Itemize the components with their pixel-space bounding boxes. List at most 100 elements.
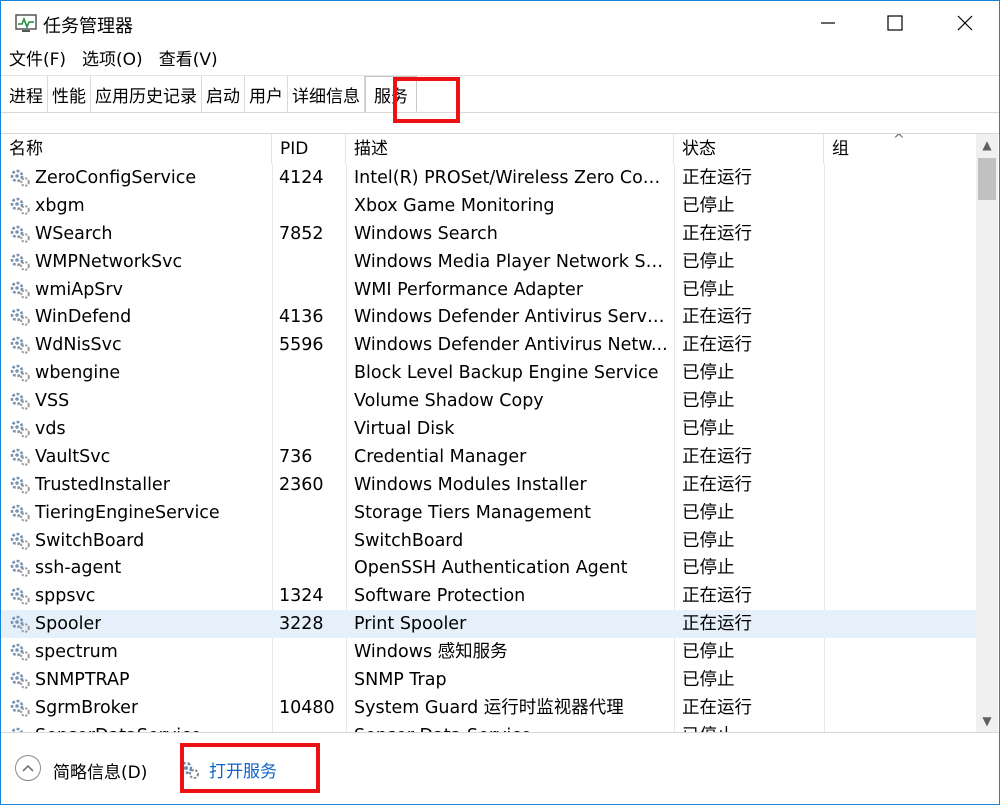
service-group [832,387,972,415]
service-description: Windows Defender Antivirus Netw... [354,335,668,356]
service-status: 已停止 [682,363,735,384]
minimize-button[interactable] [798,1,858,45]
service-status: 正在运行 [682,697,752,718]
service-name-cell: WdNisSvc [9,331,269,359]
close-button[interactable] [935,1,995,45]
menu-view[interactable]: 查看(V) [151,45,226,75]
tab-startup[interactable]: 启动 [202,76,245,112]
column-header-description[interactable]: 描述 [346,134,674,164]
maximize-icon [887,15,903,31]
service-row[interactable]: WMPNetworkSvc Windows Media Player Networ… [1,248,976,276]
maximize-button[interactable] [865,1,925,45]
service-description: System Guard 运行时监视器代理 [354,697,624,718]
service-description: Intel(R) PROSet/Wireless Zero Conf... [354,168,669,188]
service-gear-icon [10,309,30,327]
service-group [832,722,972,732]
service-name: Spooler [35,614,102,635]
service-row[interactable]: sppsvc 1324 Software Protection 正在运行 [1,582,976,610]
tab-details[interactable]: 详细信息 [288,76,365,112]
service-name-cell: vds [9,415,269,443]
service-pid [279,499,345,527]
column-header-pid[interactable]: PID [272,134,346,164]
service-name: sppsvc [35,586,96,607]
fewer-details-chevron-icon[interactable] [15,755,41,781]
service-row[interactable]: SgrmBroker 10480 System Guard 运行时监视器代理 正在运行 [1,694,976,722]
service-status: 正在运行 [682,223,752,244]
title-bar[interactable]: 任务管理器 [1,1,999,45]
service-gear-icon [10,392,30,410]
vertical-scrollbar[interactable]: ▲ ▼ [976,134,998,732]
service-group [832,220,972,248]
service-row[interactable]: WSearch 7852 Windows Search 正在运行 [1,220,976,248]
scrollbar-thumb[interactable] [978,158,996,200]
service-name: xbgm [35,195,85,216]
service-row[interactable]: wmiApSrv WMI Performance Adapter 已停止 [1,276,976,304]
service-description: Credential Manager [354,446,527,467]
service-row[interactable]: xbgm Xbox Game Monitoring 已停止 [1,192,976,220]
column-header-name[interactable]: 名称 [1,134,272,164]
service-group [832,415,972,443]
service-status: 已停止 [682,502,735,523]
menu-file[interactable]: 文件(F) [1,45,74,75]
service-name-cell: ssh-agent [9,554,269,582]
service-row[interactable]: vds Virtual Disk 已停止 [1,415,976,443]
service-pid: 736 [279,446,313,467]
service-gear-icon [10,476,30,494]
scroll-down-arrow-icon[interactable]: ▼ [976,710,998,732]
service-name-cell: VSS [9,387,269,415]
scroll-up-arrow-icon[interactable]: ▲ [976,134,998,156]
tab-processes[interactable]: 进程 [1,76,48,112]
column-header-status[interactable]: 状态 [674,134,824,164]
service-row[interactable]: SensorDataService Sensor Data Service 已停止 [1,722,976,732]
service-status: 正在运行 [682,168,752,188]
service-gear-icon [10,643,30,661]
service-name-cell: SwitchBoard [9,527,269,555]
chevron-up-icon [22,764,34,772]
service-status: 已停止 [682,722,822,732]
service-gear-icon [10,671,30,689]
service-row[interactable]: ZeroConfigService 4124 Intel(R) PROSet/Wir… [1,164,976,192]
menu-options[interactable]: 选项(O) [74,45,151,75]
service-row[interactable]: TrustedInstaller 2360 Windows Modules Inst… [1,471,976,499]
service-description: Volume Shadow Copy [354,391,544,412]
service-name: wmiApSrv [35,279,123,300]
service-row[interactable]: ssh-agent OpenSSH Authentication Agent 已停止 [1,554,976,582]
service-group [832,499,972,527]
service-pid: 4136 [279,307,324,328]
service-description: Windows Modules Installer [354,474,587,495]
service-description: WMI Performance Adapter [354,279,584,300]
service-description: Sensor Data Service [354,722,669,732]
service-name-cell: TrustedInstaller [9,471,269,499]
service-row[interactable]: spectrum Windows 感知服务 已停止 [1,638,976,666]
service-gear-icon [10,337,30,355]
service-name: TrustedInstaller [35,474,170,495]
service-row[interactable]: SNMPTRAP SNMP Trap 已停止 [1,666,976,694]
service-pid: 4124 [279,168,324,188]
service-pid [279,192,345,220]
service-group [832,331,972,359]
service-row[interactable]: VaultSvc 736 Credential Manager 正在运行 [1,443,976,471]
service-name: SensorDataService [35,722,201,732]
service-status: 已停止 [682,391,735,412]
service-name-cell: VaultSvc [9,443,269,471]
service-pid [279,666,345,694]
tab-app-history[interactable]: 应用历史记录 [91,76,202,112]
service-row[interactable]: TieringEngineService Storage Tiers Manage… [1,499,976,527]
service-row[interactable]: WdNisSvc 5596 Windows Defender Antivirus N… [1,331,976,359]
service-gear-icon [10,504,30,522]
service-description: Software Protection [354,586,526,607]
tab-performance[interactable]: 性能 [48,76,91,112]
service-row[interactable]: SwitchBoard SwitchBoard 已停止 [1,527,976,555]
service-gear-icon [10,420,30,438]
service-row[interactable]: WinDefend 4136 Windows Defender Antivirus … [1,303,976,331]
service-pid: 1324 [279,586,324,607]
service-gear-icon [10,197,30,215]
service-status: 已停止 [682,251,735,272]
service-row[interactable]: VSS Volume Shadow Copy 已停止 [1,387,976,415]
service-group [832,666,972,694]
tab-users[interactable]: 用户 [245,76,288,112]
service-row[interactable]: wbengine Block Level Backup Engine Servic… [1,359,976,387]
service-name-cell: wbengine [9,359,269,387]
fewer-details-link[interactable]: 简略信息(D) [53,758,147,783]
service-row[interactable]: Spooler 3228 Print Spooler 正在运行 [1,610,976,639]
